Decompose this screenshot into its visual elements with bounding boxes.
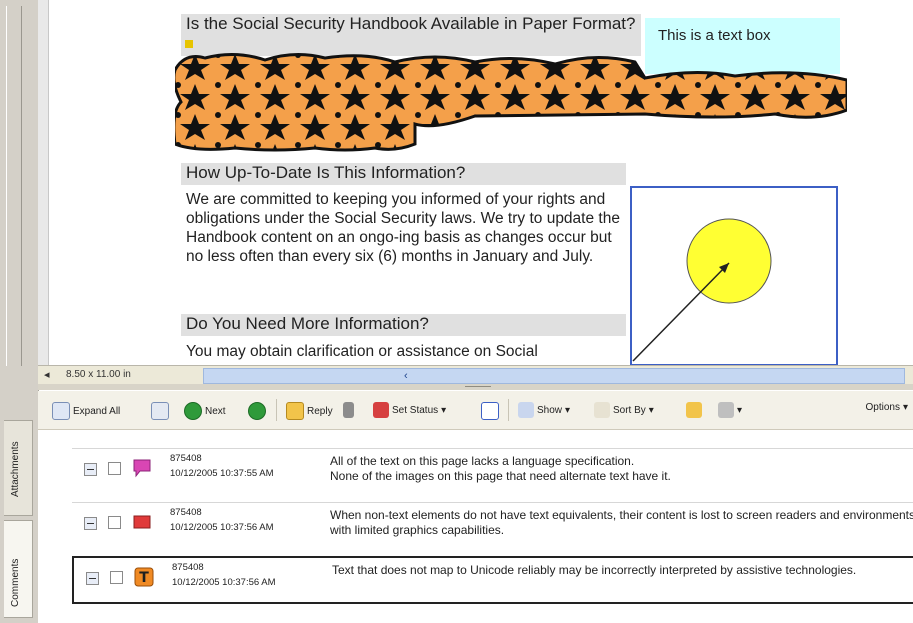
chevron-left-icon[interactable]: ‹ <box>404 370 408 382</box>
comment-date: 10/12/2005 10:37:56 AM <box>170 522 274 533</box>
section-body-more-info: You may obtain clarification or assistan… <box>186 343 538 360</box>
collapse-all-button[interactable] <box>151 402 169 420</box>
question-heading: Is the Social Security Handbook Availabl… <box>181 14 641 56</box>
text-annotation-icon: T <box>134 567 154 587</box>
toolbar-separator <box>508 399 509 421</box>
reply-button[interactable]: Reply <box>286 402 333 420</box>
checkmark-button[interactable] <box>481 402 499 420</box>
horizontal-scrollbar[interactable]: ‹ <box>203 368 905 384</box>
comment-checkbox[interactable] <box>108 462 121 475</box>
collapse-toggle[interactable] <box>84 517 97 530</box>
document-status-bar: ◂ 8.50 x 11.00 in ‹ <box>38 365 913 384</box>
section-heading-more-info: Do You Need More Information? <box>181 314 626 336</box>
chevron-down-icon: ▾ <box>565 404 571 416</box>
delete-button[interactable] <box>343 402 354 418</box>
comment-author: 875408 <box>170 453 202 464</box>
collapse-toggle[interactable] <box>84 463 97 476</box>
comments-toolbar: Expand All Next Reply Set Status ▾ Show … <box>38 391 913 430</box>
print-icon <box>718 402 734 418</box>
collapse-all-icon <box>151 402 169 420</box>
gutter-grip[interactable] <box>6 6 22 366</box>
arrow-up-circle-icon <box>248 402 266 420</box>
comment-text: All of the text on this page lacks a lan… <box>330 454 671 483</box>
page-shadow <box>38 0 49 365</box>
set-status-button[interactable]: Set Status ▾ <box>373 402 446 418</box>
sort-by-button[interactable]: Sort By ▾ <box>594 402 654 418</box>
speech-bubble-icon <box>133 459 151 478</box>
chevron-down-icon: ▾ <box>902 402 908 413</box>
arrow-annotation <box>632 262 730 362</box>
comment-row[interactable]: T 875408 10/12/2005 10:37:56 AM Text tha… <box>72 556 913 604</box>
comment-text: When non-text elements do not have text … <box>330 508 913 537</box>
checkbox-check-icon <box>481 402 499 420</box>
chevron-down-icon: ▾ <box>441 404 447 416</box>
sort-icon <box>594 402 610 418</box>
chevron-down-icon: ▾ <box>737 404 743 416</box>
print-button[interactable]: ▾ <box>718 402 742 418</box>
collapse-toggle[interactable] <box>86 572 99 585</box>
comment-row[interactable]: 875408 10/12/2005 10:37:55 AM All of the… <box>72 448 913 493</box>
section-heading-uptodate: How Up-To-Date Is This Information? <box>181 163 626 185</box>
status-check-icon <box>373 402 389 418</box>
toolbar-separator <box>276 399 277 421</box>
trash-icon <box>343 402 354 418</box>
garbled-graphic <box>175 53 847 152</box>
splitter-grip[interactable] <box>465 386 491 389</box>
comment-author: 875408 <box>170 507 202 518</box>
tab-attachments[interactable]: Attachments <box>4 420 33 516</box>
arrow-down-circle-icon <box>184 402 202 420</box>
expand-all-icon <box>52 402 70 420</box>
summarize-button[interactable] <box>686 402 702 418</box>
comment-row[interactable]: 875408 10/12/2005 10:37:56 AM When non-t… <box>72 502 913 547</box>
text-box-label: This is a text box <box>658 27 771 44</box>
tab-comments[interactable]: Comments <box>4 520 33 618</box>
previous-button[interactable] <box>248 402 266 420</box>
section-body-uptodate: We are committed to keeping you informed… <box>186 191 620 265</box>
circle-annotation <box>686 218 772 304</box>
reply-icon <box>286 402 304 420</box>
comment-author: 875408 <box>172 562 204 573</box>
comment-date: 10/12/2005 10:37:55 AM <box>170 468 274 479</box>
page-size-label: 8.50 x 11.00 in <box>66 369 131 380</box>
comment-date: 10/12/2005 10:37:56 AM <box>172 577 276 588</box>
comment-checkbox[interactable] <box>110 571 123 584</box>
rectangle-icon <box>133 515 151 529</box>
comments-list: 875408 10/12/2005 10:37:55 AM All of the… <box>38 430 913 623</box>
show-button[interactable]: Show ▾ <box>518 402 570 418</box>
comment-checkbox[interactable] <box>108 516 121 529</box>
note-marker[interactable] <box>185 40 193 48</box>
show-icon <box>518 402 534 418</box>
next-button[interactable]: Next <box>184 402 226 420</box>
options-button[interactable]: Options ▾ <box>866 402 909 413</box>
scroll-left-arrow-icon[interactable]: ◂ <box>44 368 50 381</box>
comment-text: Text that does not map to Unicode reliab… <box>332 563 857 577</box>
expand-all-button[interactable]: Expand All <box>52 402 120 420</box>
drawing-annotation[interactable] <box>629 185 841 367</box>
svg-text:T: T <box>139 570 149 586</box>
summarize-icon <box>686 402 702 418</box>
chevron-down-icon: ▾ <box>648 404 654 416</box>
